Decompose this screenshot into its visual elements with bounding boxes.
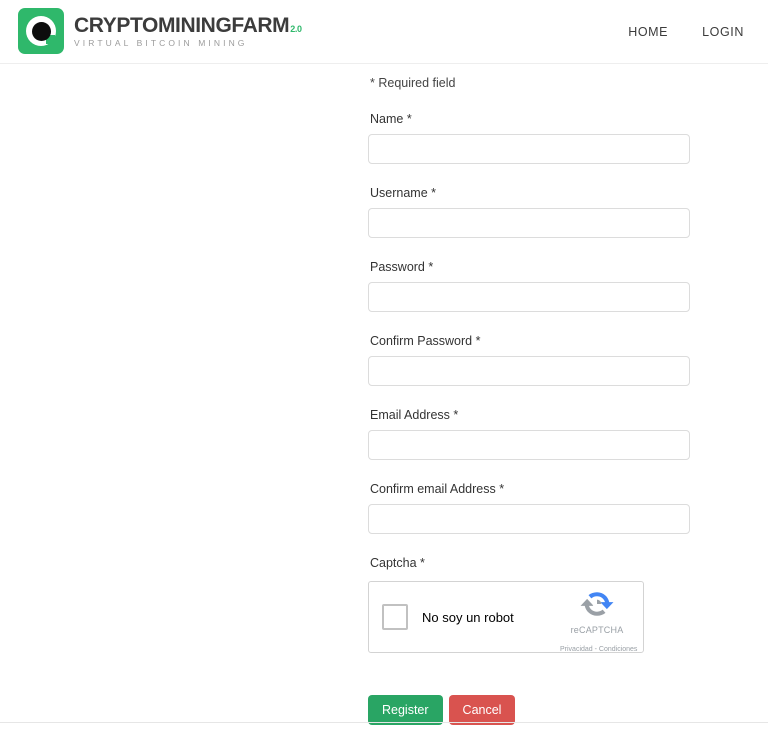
recaptcha-checkbox[interactable] xyxy=(382,604,408,630)
register-form: * Required field Name * Username * Passw… xyxy=(368,76,690,725)
main-nav: HOME LOGIN xyxy=(628,0,744,64)
label-name: Name * xyxy=(370,112,412,126)
cancel-button[interactable]: Cancel xyxy=(448,695,516,725)
email-input[interactable] xyxy=(368,430,690,460)
nav-item-login[interactable]: LOGIN xyxy=(702,25,744,39)
label-email: Email Address * xyxy=(370,408,459,422)
field-password: Password * xyxy=(368,260,690,312)
brand-title: CRYPTOMININGFARM2.0 xyxy=(74,15,302,36)
recaptcha-brand-label: reCAPTCHA xyxy=(570,625,624,635)
brand-text: CRYPTOMININGFARM2.0 VIRTUAL BITCOIN MINI… xyxy=(74,15,302,48)
nav-item-home[interactable]: HOME xyxy=(628,25,668,39)
label-confirm-password: Confirm Password * xyxy=(370,334,481,348)
password-input[interactable] xyxy=(368,282,690,312)
register-button[interactable]: Register xyxy=(368,695,443,725)
confirm-password-input[interactable] xyxy=(368,356,690,386)
field-confirm-password: Confirm Password * xyxy=(368,334,690,386)
required-field-note: * Required field xyxy=(370,76,456,90)
label-password: Password * xyxy=(370,260,434,274)
recaptcha-legal-links[interactable]: Privacidad - Condiciones xyxy=(560,646,637,653)
field-confirm-email: Confirm email Address * xyxy=(368,482,690,534)
field-captcha: Captcha * No soy un robot reCAPTCHA Priv… xyxy=(368,556,690,653)
footer-divider xyxy=(0,722,768,723)
recaptcha-widget[interactable]: No soy un robot reCAPTCHA Privacidad - C… xyxy=(368,581,644,653)
brand-tagline: VIRTUAL BITCOIN MINING xyxy=(74,37,248,48)
site-header: CRYPTOMININGFARM2.0 VIRTUAL BITCOIN MINI… xyxy=(0,0,768,64)
brand-version: 2.0 xyxy=(290,23,302,34)
recaptcha-icon xyxy=(580,592,614,616)
field-username: Username * xyxy=(368,186,690,238)
recaptcha-branding: reCAPTCHA Privacidad - Condiciones xyxy=(560,588,637,656)
brand-name: CRYPTOMININGFARM xyxy=(74,13,290,37)
label-confirm-email: Confirm email Address * xyxy=(370,482,505,496)
label-username: Username * xyxy=(370,186,436,200)
username-input[interactable] xyxy=(368,208,690,238)
label-captcha: Captcha * xyxy=(370,556,425,570)
cryptominingfarm-logo-icon xyxy=(18,8,64,54)
form-actions: Register Cancel xyxy=(368,695,690,725)
confirm-email-input[interactable] xyxy=(368,504,690,534)
field-email: Email Address * xyxy=(368,408,690,460)
recaptcha-checkbox-label: No soy un robot xyxy=(422,609,514,625)
field-name: Name * xyxy=(368,112,690,164)
brand-logo-link[interactable]: CRYPTOMININGFARM2.0 VIRTUAL BITCOIN MINI… xyxy=(18,8,302,54)
register-page: CRYPTOMININGFARM2.0 VIRTUAL BITCOIN MINI… xyxy=(0,0,768,732)
name-input[interactable] xyxy=(368,134,690,164)
